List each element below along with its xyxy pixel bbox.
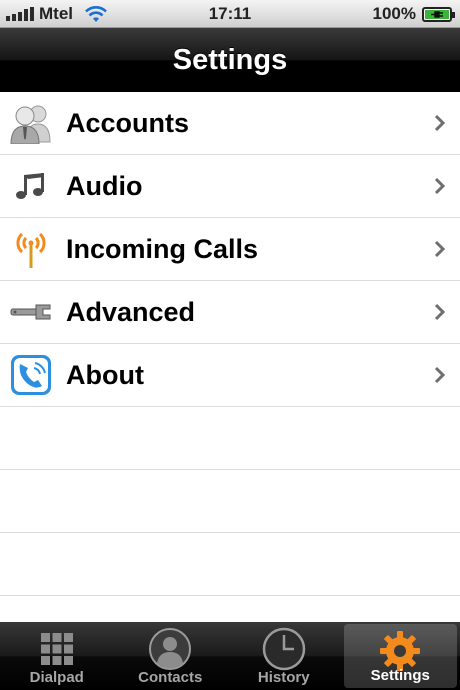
empty-row: [0, 470, 460, 533]
empty-row: [0, 533, 460, 596]
clock-icon: [261, 627, 307, 671]
settings-item-about[interactable]: About: [0, 344, 460, 407]
app-phone-icon: [10, 354, 52, 396]
dialpad-icon: [34, 627, 80, 671]
antenna-icon: [10, 228, 52, 270]
accounts-icon: [10, 102, 52, 144]
settings-item-label: Advanced: [66, 296, 196, 327]
battery-percent: 100%: [372, 4, 416, 23]
tab-bar: Dialpad Contacts History Settings: [0, 622, 460, 690]
status-bar: Mtel 17:11 100%: [0, 0, 460, 28]
settings-list: Accounts Audio Incoming Calls Advanced A…: [0, 92, 460, 622]
settings-item-incoming-calls[interactable]: Incoming Calls: [0, 218, 460, 281]
settings-item-label: About: [66, 359, 144, 390]
tab-label: History: [257, 669, 310, 686]
tab-label: Dialpad: [29, 669, 84, 686]
tab-contacts[interactable]: Contacts: [114, 622, 228, 690]
settings-item-label: Incoming Calls: [66, 233, 259, 264]
settings-item-label: Audio: [66, 170, 143, 201]
chevron-right-icon: [434, 240, 446, 258]
tab-label: Contacts: [138, 669, 203, 686]
status-right: 100%: [372, 4, 455, 24]
chevron-right-icon: [434, 366, 446, 384]
navigation-bar: Settings: [0, 28, 460, 92]
wrench-icon: [10, 291, 52, 333]
settings-item-audio[interactable]: Audio: [0, 155, 460, 218]
chevron-right-icon: [434, 303, 446, 321]
settings-item-accounts[interactable]: Accounts: [0, 92, 460, 155]
tab-settings[interactable]: Settings: [343, 624, 457, 688]
settings-item-advanced[interactable]: Advanced: [0, 281, 460, 344]
battery-charging-icon: [422, 6, 455, 22]
page-title: Settings: [172, 43, 288, 76]
empty-row: [0, 407, 460, 470]
chevron-right-icon: [434, 114, 446, 132]
contacts-icon: [147, 627, 193, 671]
chevron-right-icon: [434, 177, 446, 195]
settings-item-label: Accounts: [66, 107, 190, 138]
tab-label: Settings: [370, 667, 430, 684]
tab-dialpad[interactable]: Dialpad: [0, 622, 114, 690]
tab-history[interactable]: History: [227, 622, 341, 690]
music-note-icon: [10, 165, 52, 207]
